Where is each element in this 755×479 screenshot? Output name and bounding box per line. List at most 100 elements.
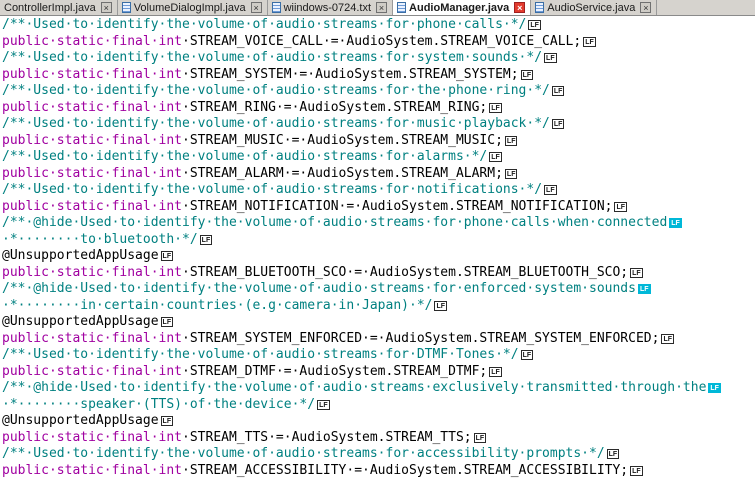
code-line: ·*········to·bluetooth·*/LF: [2, 232, 755, 249]
tab-close-icon[interactable]: ×: [100, 2, 112, 13]
code-segment-plain: @UnsupportedAppUsage: [2, 413, 159, 429]
code-segment-plain: ·STREAM_DTMF·=·AudioSystem.STREAM_DTMF;: [182, 363, 488, 379]
code-line: /**·Used·to·identify·the·volume·of·audio…: [2, 446, 755, 463]
line-ending-marker: LF: [317, 399, 330, 410]
code-segment-keyword: public·static·final·int: [2, 99, 183, 115]
code-segment-comment: /**·Used·to·identify·the·volume·of·audio…: [2, 182, 543, 198]
line-ending-marker: LF: [160, 317, 174, 328]
line-ending-marker: LF: [637, 284, 651, 295]
code-segment-comment: /**·Used·to·identify·the·volume·of·audio…: [2, 347, 519, 363]
code-line: /**·@hide·Used·to·identify·the·volume·of…: [2, 215, 755, 232]
code-segment-comment: /**·Used·to·identify·the·volume·of·audio…: [2, 50, 543, 66]
code-segment-plain: ·STREAM_BLUETOOTH_SCO·=·AudioSystem.STRE…: [182, 264, 629, 280]
line-ending-marker: LF: [520, 69, 534, 80]
line-ending-marker: LF: [583, 36, 596, 47]
tab-label: VolumeDialogImpl.java: [133, 1, 246, 14]
code-segment-comment: /**·Used·to·identify·the·volume·of·audio…: [2, 83, 550, 99]
tab-label: ControllerImpl.java: [4, 1, 96, 14]
code-segment-keyword: public·static·final·int: [2, 33, 183, 49]
code-segment-comment: /**·@hide·Used·to·identify·the·volume·of…: [2, 215, 668, 231]
line-ending-marker: LF: [489, 152, 502, 163]
code-line: /**·Used·to·identify·the·volume·of·audio…: [2, 116, 755, 133]
line-ending-marker: LF: [669, 218, 682, 229]
code-line: public·static·final·int·STREAM_TTS·=·Aud…: [2, 430, 755, 447]
tab-label: AudioManager.java: [409, 1, 510, 14]
code-segment-keyword: public·static·final·int: [2, 429, 183, 445]
line-ending-marker: LF: [544, 53, 557, 64]
line-ending-marker: LF: [630, 465, 643, 476]
code-line: /**·Used·to·identify·the·volume·of·audio…: [2, 50, 755, 67]
code-segment-comment: /**·Used·to·identify·the·volume·of·audio…: [2, 446, 605, 462]
code-line: public·static·final·int·STREAM_SYSTEM·=·…: [2, 67, 755, 84]
code-segment-comment: ·*········to·bluetooth·*/: [2, 231, 198, 247]
code-line: /**·Used·to·identify·the·volume·of·audio…: [2, 17, 755, 34]
tab-controllerimpl-java[interactable]: ControllerImpl.java ×: [0, 0, 118, 15]
code-line: /**·Used·to·identify·the·volume·of·audio…: [2, 149, 755, 166]
line-ending-marker: LF: [434, 300, 448, 311]
tab-wiindows-0724-txt[interactable]: wiindows-0724.txt ×: [267, 0, 394, 15]
line-ending-marker: LF: [520, 350, 534, 361]
code-segment-comment: /**·Used·to·identify·the·volume·of·audio…: [2, 116, 550, 132]
code-line: ·*········speaker·(TTS)·of·the·device·*/…: [2, 397, 755, 414]
code-segment-plain: ·STREAM_VOICE_CALL·=·AudioSystem.STREAM_…: [182, 33, 582, 49]
tab-close-icon[interactable]: ×: [376, 2, 388, 13]
code-line: ·*········in·certain·countries·(e.g·came…: [2, 298, 755, 315]
code-segment-plain: ·STREAM_ALARM·=·AudioSystem.STREAM_ALARM…: [182, 165, 503, 181]
line-ending-marker: LF: [504, 135, 518, 146]
tab-close-icon[interactable]: ×: [514, 2, 526, 13]
code-line: public·static·final·int·STREAM_VOICE_CAL…: [2, 34, 755, 51]
code-segment-keyword: public·static·final·int: [2, 264, 183, 280]
code-line: public·static·final·int·STREAM_NOTIFICAT…: [2, 199, 755, 216]
code-segment-comment: /**·@hide·Used·to·identify·the·volume·of…: [2, 380, 707, 396]
code-segment-comment: ·*········speaker·(TTS)·of·the·device·*/: [2, 396, 316, 412]
line-ending-marker: LF: [630, 267, 643, 278]
code-area[interactable]: /**·Used·to·identify·the·volume·of·audio…: [0, 16, 755, 479]
code-line: /**·@hide·Used·to·identify·the·volume·of…: [2, 380, 755, 397]
line-ending-marker: LF: [160, 416, 174, 427]
tab-audiomanager-java[interactable]: AudioManager.java ×: [393, 0, 532, 15]
code-line: public·static·final·int·STREAM_ALARM·=·A…: [2, 166, 755, 183]
file-icon: [535, 2, 545, 13]
code-segment-keyword: public·static·final·int: [2, 198, 183, 214]
tab-audioservice-java[interactable]: AudioService.java ×: [531, 0, 658, 15]
line-ending-marker: LF: [489, 102, 502, 113]
tab-close-icon[interactable]: ×: [640, 2, 652, 13]
code-segment-plain: ·STREAM_RING·=·AudioSystem.STREAM_RING;: [182, 99, 488, 115]
file-icon: [397, 2, 407, 13]
line-ending-marker: LF: [528, 20, 541, 30]
code-segment-plain: ·STREAM_SYSTEM·=·AudioSystem.STREAM_SYST…: [182, 66, 519, 82]
code-line: @UnsupportedAppUsage LF: [2, 248, 755, 265]
line-ending-marker: LF: [551, 119, 565, 130]
code-line: public·static·final·int·STREAM_SYSTEM_EN…: [2, 331, 755, 348]
code-line: /**·Used·to·identify·the·volume·of·audio…: [2, 347, 755, 364]
code-segment-keyword: public·static·final·int: [2, 363, 183, 379]
code-segment-plain: @UnsupportedAppUsage: [2, 314, 159, 330]
code-line: /**·Used·to·identify·the·volume·of·audio…: [2, 182, 755, 199]
code-line: @UnsupportedAppUsage LF: [2, 314, 755, 331]
line-ending-marker: LF: [489, 366, 502, 377]
line-ending-marker: LF: [614, 201, 628, 212]
line-ending-marker: LF: [708, 383, 721, 394]
code-line: @UnsupportedAppUsage LF: [2, 413, 755, 430]
code-segment-keyword: public·static·final·int: [2, 462, 183, 478]
code-line: /**·Used·to·identify·the·volume·of·audio…: [2, 83, 755, 100]
code-line: public·static·final·int·STREAM_RING·=·Au…: [2, 100, 755, 117]
line-ending-marker: LF: [504, 168, 518, 179]
code-segment-plain: @UnsupportedAppUsage: [2, 248, 159, 264]
code-line: public·static·final·int·STREAM_BLUETOOTH…: [2, 265, 755, 282]
line-ending-marker: LF: [551, 86, 565, 97]
code-line: public·static·final·int·STREAM_ACCESSIBI…: [2, 463, 755, 479]
tab-label: wiindows-0724.txt: [283, 1, 372, 14]
tab-volumedialogimpl-java[interactable]: VolumeDialogImpl.java ×: [117, 0, 268, 15]
code-segment-plain: ·STREAM_ACCESSIBILITY·=·AudioSystem.STRE…: [182, 462, 629, 478]
tab-bar: ControllerImpl.java × VolumeDialogImpl.jav…: [0, 0, 755, 16]
tab-close-icon[interactable]: ×: [250, 2, 262, 13]
code-segment-keyword: public·static·final·int: [2, 330, 183, 346]
code-line: public·static·final·int·STREAM_DTMF·=·Au…: [2, 364, 755, 381]
code-segment-comment: /**·@hide·Used·to·identify·the·volume·of…: [2, 281, 636, 297]
code-line: /**·@hide·Used·to·identify·the·volume·of…: [2, 281, 755, 298]
tab-label: AudioService.java: [547, 1, 636, 14]
code-segment-keyword: public·static·final·int: [2, 132, 183, 148]
code-segment-comment: ·*········in·certain·countries·(e.g·came…: [2, 297, 433, 313]
line-ending-marker: LF: [473, 432, 487, 443]
